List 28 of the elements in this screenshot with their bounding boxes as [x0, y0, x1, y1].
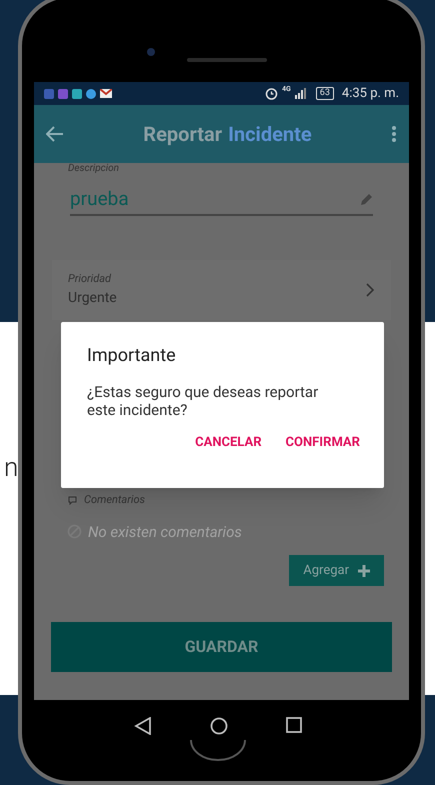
- screen-title: Incidente: [228, 121, 312, 148]
- field-label: Prioridad: [68, 271, 112, 288]
- pencil-icon: [360, 193, 373, 206]
- dialog-button[interactable]: CONFIRMAR: [286, 433, 360, 452]
- save-button[interactable]: GUARDAR: [51, 622, 392, 672]
- home-button-arc: [188, 739, 246, 761]
- alarm-icon: [265, 87, 278, 100]
- camera-icon: [147, 48, 155, 56]
- comments-icon: [68, 496, 78, 505]
- back-arrow-icon[interactable]: [46, 126, 64, 142]
- recents-nav-icon[interactable]: [286, 717, 302, 733]
- back-nav-icon[interactable]: [134, 717, 152, 735]
- chevron-right-icon: [366, 283, 375, 297]
- screen-title: Reportar: [143, 121, 222, 148]
- home-nav-icon[interactable]: [210, 717, 228, 735]
- field-label: Descripcion: [68, 163, 120, 174]
- clock-time: 4:35 p. m.: [342, 84, 399, 103]
- priority-value: Urgente: [68, 288, 118, 308]
- dialog-button[interactable]: CANCELAR: [195, 433, 262, 452]
- dialog-message: ¿Estas seguro que deseas reportar este incidente?: [87, 383, 320, 419]
- add-button[interactable]: Agregar: [289, 555, 384, 586]
- mail-icon: [100, 89, 112, 98]
- more-options-icon[interactable]: [391, 125, 397, 143]
- dialog-title: Importante: [87, 344, 177, 368]
- plus-icon: [358, 564, 370, 576]
- battery-level: 63: [316, 87, 334, 100]
- callout-text: n: [4, 452, 18, 485]
- signal-icon: [294, 88, 306, 99]
